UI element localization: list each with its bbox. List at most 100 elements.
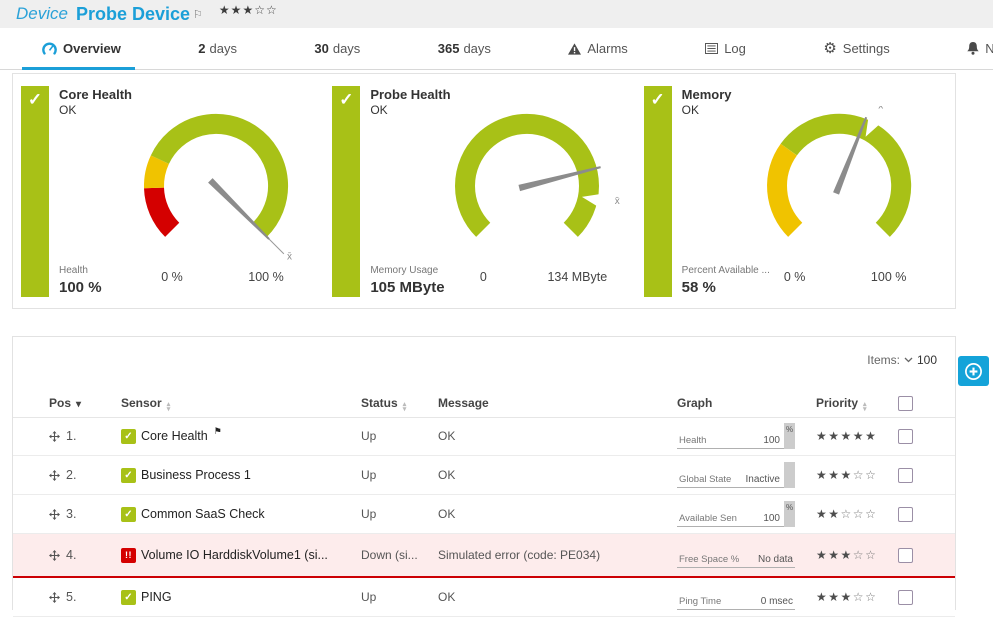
select-all-checkbox[interactable] [898, 396, 913, 411]
sensor-cell[interactable]: !! Volume IO HarddiskVolume1 (si... [121, 548, 361, 563]
table-row[interactable]: 4. !! Volume IO HarddiskVolume1 (si... D… [13, 534, 955, 578]
star-empty-icon: ☆ [853, 590, 865, 604]
row-checkbox[interactable] [898, 429, 913, 444]
star-filled-icon: ★ [231, 3, 243, 17]
graph-unit-strip: % [784, 501, 795, 527]
warning-icon [568, 43, 581, 55]
status-cell: Up [361, 590, 438, 604]
sensor-link[interactable]: Business Process 1 [141, 468, 251, 482]
priority-stars[interactable]: ★★★☆☆ [816, 468, 898, 482]
plus-circle-icon [964, 362, 983, 381]
sensor-cell[interactable]: ✓ Common SaaS Check [121, 507, 361, 522]
star-empty-icon: ☆ [841, 507, 853, 521]
graph-cell: Ping Time 0 msec [677, 584, 816, 610]
tab-days[interactable]: 365 days [434, 28, 495, 69]
priority-stars[interactable]: ★★★★★ [816, 429, 898, 443]
sort-icon: ▴▾ [167, 402, 171, 412]
table-header: Pos ▾ Sensor ▴▾ Status ▴▾ Message Graph … [13, 389, 955, 418]
mini-graph: Ping Time 0 msec [677, 584, 795, 610]
sensor-ok-icon: ✓ [121, 429, 136, 444]
gauge-svg: x̄ [739, 106, 939, 278]
row-checkbox[interactable] [898, 590, 913, 605]
checkbox-cell [898, 548, 938, 563]
sensor-cell[interactable]: ✓ Core Health ⚑ [121, 429, 361, 444]
gauge-channel-value: 58 % [682, 279, 716, 296]
row-checkbox[interactable] [898, 468, 913, 483]
checkbox-cell [898, 468, 938, 483]
drag-handle-icon[interactable] [49, 431, 60, 442]
sensor-link[interactable]: PING [141, 590, 172, 604]
tab-alarms[interactable]: Alarms [564, 28, 631, 69]
drag-handle-icon[interactable] [49, 550, 60, 561]
graph-unit-strip: % [784, 423, 795, 449]
mini-graph: Global State Inactive [677, 462, 795, 488]
star-filled-icon: ★ [816, 429, 828, 443]
star-filled-icon: ★ [816, 507, 828, 521]
column-header-graph[interactable]: Graph [677, 396, 816, 410]
column-header-priority[interactable]: Priority ▴▾ [816, 395, 898, 412]
tab-settings[interactable]: ⚙ Settings [819, 28, 893, 69]
gauge-card-core-health[interactable]: ✓ Core Health OK x̄ 0 % 100 % Health 100… [21, 86, 332, 298]
status-cell: Up [361, 468, 438, 482]
gear-icon: ⚙ [823, 41, 836, 56]
svg-text:x̄: x̄ [878, 106, 883, 112]
sensor-cell[interactable]: ✓ Business Process 1 [121, 468, 361, 483]
tab-notifications[interactable]: Notifications [963, 28, 993, 69]
star-filled-icon: ★ [816, 590, 828, 604]
star-filled-icon: ★ [865, 429, 877, 443]
checkbox-cell [898, 590, 938, 605]
column-header-message[interactable]: Message [438, 396, 677, 410]
device-type-label: Device [16, 4, 68, 24]
tab-days[interactable]: 2 days [194, 28, 241, 69]
gauge-channel-label: Health [59, 265, 88, 276]
items-per-page-select[interactable]: Items: 100 [867, 353, 937, 367]
column-header-pos[interactable]: Pos ▾ [49, 396, 121, 410]
table-row[interactable]: 1. ✓ Core Health ⚑ Up OK Health 100 % ★★… [13, 417, 955, 456]
table-row[interactable]: 2. ✓ Business Process 1 Up OK Global Sta… [13, 456, 955, 495]
message-cell: OK [438, 429, 677, 443]
tab-days[interactable]: 30 days [310, 28, 364, 69]
sensor-ok-icon: ✓ [121, 590, 136, 605]
column-header-status[interactable]: Status ▴▾ [361, 395, 438, 412]
priority-stars[interactable]: ★★★☆☆ [816, 548, 898, 562]
drag-handle-icon[interactable] [49, 509, 60, 520]
star-empty-icon: ☆ [865, 507, 877, 521]
check-icon: ✓ [21, 90, 49, 110]
add-sensor-button[interactable] [958, 356, 989, 386]
gauges-panel: ✓ Core Health OK x̄ 0 % 100 % Health 100… [12, 73, 956, 309]
sensor-ok-icon: ✓ [121, 507, 136, 522]
priority-stars[interactable]: ★★☆☆☆ [816, 507, 898, 521]
star-filled-icon: ★ [828, 507, 840, 521]
device-priority-stars[interactable]: ★★★☆☆ [219, 3, 278, 17]
gauge-scale-max: 100 % [871, 270, 906, 284]
gauge-card-memory[interactable]: ✓ Memory OK x̄ 0 % 100 % Percent Availab… [644, 86, 955, 298]
gauge-svg: x̄ [116, 106, 316, 278]
status-bar: ✓ [21, 86, 49, 297]
drag-handle-icon[interactable] [49, 592, 60, 603]
sensor-link[interactable]: Common SaaS Check [141, 507, 265, 521]
row-checkbox[interactable] [898, 548, 913, 563]
sensor-link[interactable]: Core Health [141, 429, 208, 443]
drag-handle-icon[interactable] [49, 470, 60, 481]
table-row[interactable]: 5. ✓ PING Up OK Ping Time 0 msec ★★★☆☆ [13, 578, 955, 617]
gauge-channel-value: 105 MByte [370, 279, 444, 296]
row-checkbox[interactable] [898, 507, 913, 522]
mini-graph: Available Sen 100 % [677, 501, 795, 527]
priority-stars[interactable]: ★★★☆☆ [816, 590, 898, 604]
graph-cell: Global State Inactive [677, 462, 816, 488]
star-filled-icon: ★ [242, 3, 254, 17]
flag-icon: ⚑ [214, 426, 222, 437]
gauge-card-probe-health[interactable]: ✓ Probe Health OK x̄ 0 134 MByte Memory … [332, 86, 643, 298]
gauge-icon [42, 42, 57, 56]
star-filled-icon: ★ [219, 3, 231, 17]
sensor-link[interactable]: Volume IO HarddiskVolume1 (si... [141, 548, 328, 562]
sensor-cell[interactable]: ✓ PING [121, 590, 361, 605]
tab-log[interactable]: Log [701, 28, 750, 69]
star-filled-icon: ★ [841, 468, 853, 482]
tab-overview[interactable]: Overview [38, 28, 125, 69]
header-checkbox-cell [898, 396, 938, 411]
graph-cell: Available Sen 100 % [677, 501, 816, 527]
column-header-sensor[interactable]: Sensor ▴▾ [121, 395, 361, 412]
sensor-error-icon: !! [121, 548, 136, 563]
table-row[interactable]: 3. ✓ Common SaaS Check Up OK Available S… [13, 495, 955, 534]
